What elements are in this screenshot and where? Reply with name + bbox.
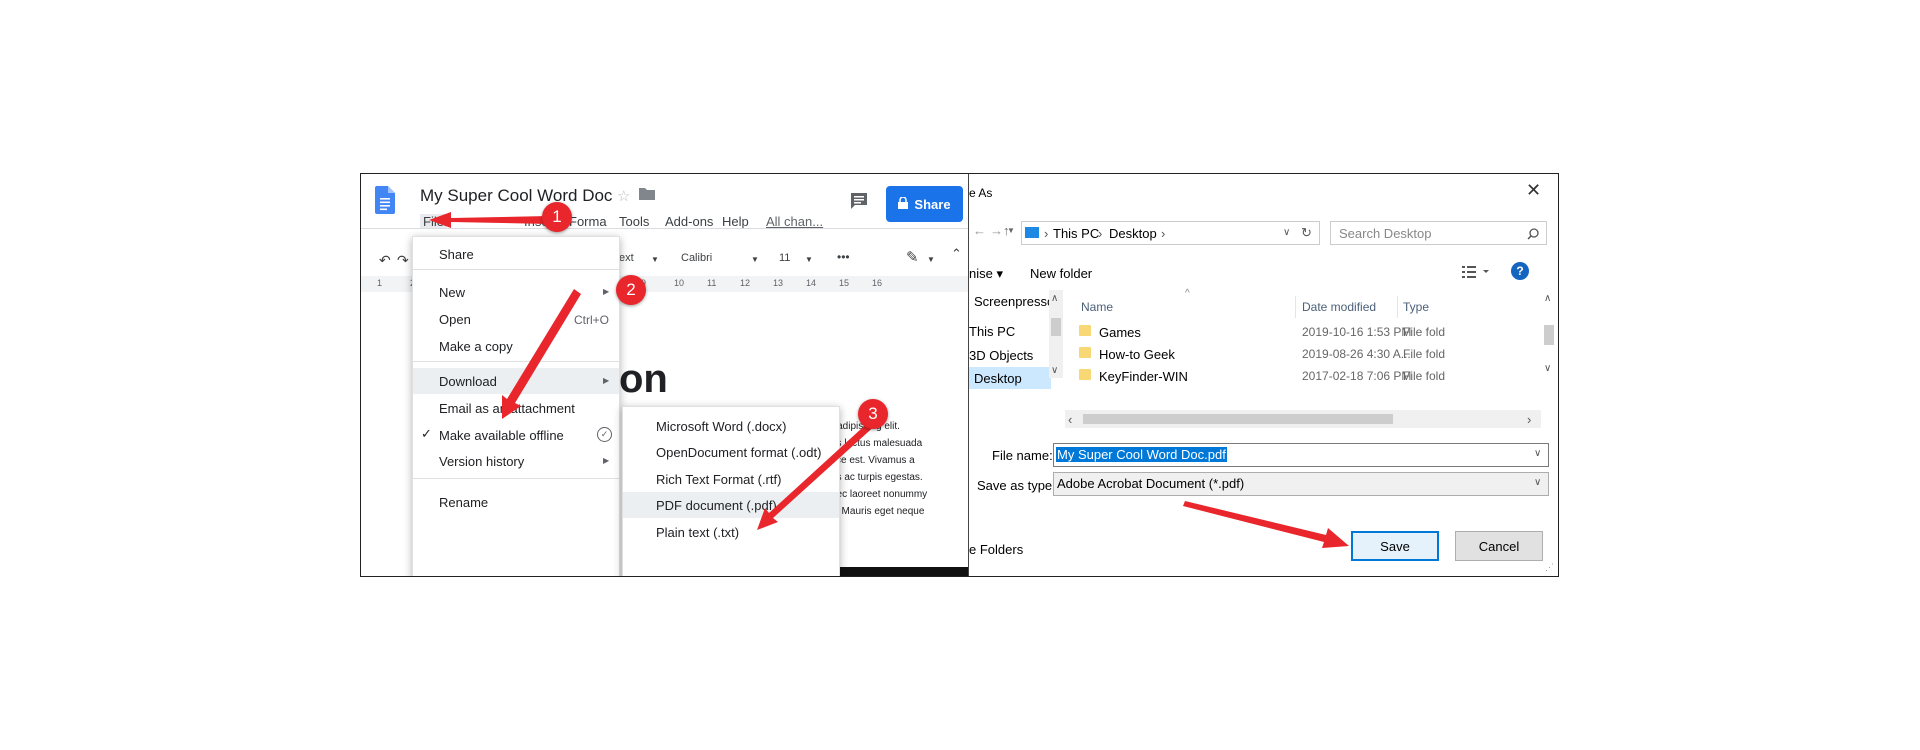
annotation-arrows — [429, 212, 878, 530]
arrow-3-icon — [757, 418, 878, 530]
google-docs-panel: My Super Cool Word Doc ☆ File Insert For… — [361, 174, 968, 576]
arrow-1-icon — [429, 212, 549, 228]
step-badge: 1 — [542, 202, 572, 232]
screenshot-frame: My Super Cool Word Doc ☆ File Insert For… — [360, 173, 1559, 577]
step-badge: 3 — [858, 399, 888, 429]
step-badge: 2 — [616, 275, 646, 305]
arrow-2-icon — [502, 289, 581, 419]
arrow-save-icon — [1183, 501, 1349, 548]
save-as-dialog: e As ✕ ← → ▼ ↑ › This PC › Desktop › ∨ ↻… — [969, 174, 1558, 576]
annotation-arrow-save — [1183, 501, 1349, 548]
